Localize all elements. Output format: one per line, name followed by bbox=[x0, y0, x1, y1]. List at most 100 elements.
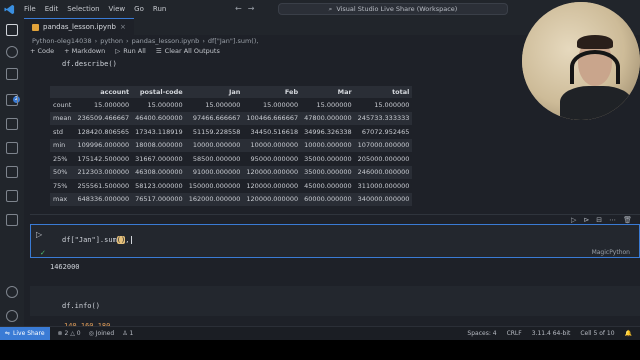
notification-bell-icon[interactable]: 🔔 bbox=[625, 330, 632, 337]
table-cell: 311000.000000 bbox=[357, 181, 410, 190]
accounts-icon[interactable] bbox=[6, 286, 18, 298]
webcam-overlay bbox=[522, 2, 640, 120]
tab-pandas-lesson[interactable]: pandas_lesson.ipynb × bbox=[24, 18, 134, 35]
table-cell: 100466.666667 bbox=[243, 111, 302, 125]
table-cell: 205000.000000 bbox=[357, 154, 410, 163]
person-icon: ♙ bbox=[122, 330, 128, 337]
tab-label: pandas_lesson.ipynb bbox=[43, 23, 116, 31]
split-cell-icon[interactable]: ⊟ bbox=[596, 216, 602, 224]
participants-indicator[interactable]: ♙ 1 bbox=[122, 330, 133, 337]
menu-selection[interactable]: Selection bbox=[67, 5, 99, 13]
row-index: 50% bbox=[50, 165, 75, 179]
docker-icon[interactable] bbox=[6, 214, 18, 226]
remote-explorer-icon[interactable] bbox=[6, 142, 18, 154]
close-icon[interactable]: × bbox=[120, 23, 126, 31]
table-cell: 67072.952465 bbox=[361, 127, 410, 136]
table-cell: 162000.000000 bbox=[185, 192, 244, 206]
table-cell: 245733.333333 bbox=[354, 111, 413, 125]
explorer-icon[interactable] bbox=[6, 24, 18, 36]
table-cell: 51159.228558 bbox=[192, 127, 241, 136]
settings-icon[interactable] bbox=[6, 310, 18, 322]
row-index: count bbox=[53, 100, 72, 109]
menu-file[interactable]: File bbox=[24, 5, 36, 13]
back-arrow-icon[interactable]: ← bbox=[235, 4, 248, 13]
table-cell: 150000.000000 bbox=[188, 181, 241, 190]
indentation-indicator[interactable]: Spaces: 4 bbox=[467, 330, 496, 337]
more-icon[interactable]: ⋯ bbox=[609, 216, 616, 224]
cell-code[interactable]: df.describe() bbox=[62, 60, 117, 68]
error-count: 2 bbox=[64, 330, 69, 337]
menu-view[interactable]: View bbox=[109, 5, 126, 13]
breadcrumb-item[interactable]: python bbox=[100, 37, 123, 45]
code-text: , bbox=[125, 236, 130, 244]
table-cell: 15.000000 bbox=[205, 100, 241, 109]
table-cell: 10000.000000 bbox=[243, 138, 302, 152]
extensions-icon[interactable] bbox=[6, 118, 18, 130]
menu-go[interactable]: Go bbox=[134, 5, 144, 13]
forward-arrow-icon[interactable]: → bbox=[248, 4, 261, 13]
delete-cell-icon[interactable]: 🗑 bbox=[623, 216, 632, 224]
breadcrumb-item[interactable]: pandas_lesson.ipynb bbox=[132, 37, 200, 45]
table-row: max 648336.000000 76517.000000 162000.00000… bbox=[50, 192, 413, 206]
table-cell: 15.000000 bbox=[147, 100, 183, 109]
run-cell-button[interactable]: ▷ bbox=[36, 230, 42, 239]
table-cell: 58123.000000 bbox=[135, 181, 183, 190]
table-cell: 15.000000 bbox=[374, 100, 410, 109]
headphones-icon bbox=[570, 50, 620, 84]
interpreter-indicator[interactable]: 3.11.4 64-bit bbox=[532, 330, 571, 337]
run-all-button[interactable]: ▷ Run All bbox=[115, 47, 146, 55]
breadcrumb: Python-oleg14038 › python › pandas_lesson.… bbox=[32, 37, 258, 45]
command-center[interactable]: ⌕ Visual Studio Live Share (Workspace) bbox=[278, 3, 508, 15]
live-share-button[interactable]: ⇋ Live Share bbox=[0, 326, 50, 341]
active-cell-code[interactable]: df["Jan"].sum(), bbox=[62, 236, 133, 244]
table-cell: 60000.000000 bbox=[301, 192, 355, 206]
run-all-label: Run All bbox=[123, 47, 146, 55]
table-cell: 17343.118919 bbox=[135, 127, 183, 136]
search-icon: ⌕ bbox=[328, 4, 333, 13]
joined-icon: ◎ bbox=[88, 330, 94, 337]
table-cell: 175142.500000 bbox=[77, 154, 130, 163]
source-control-icon[interactable] bbox=[6, 68, 18, 80]
table-cell: 128420.806565 bbox=[77, 127, 130, 136]
problems-indicator[interactable]: ⊗ 2 △ 0 bbox=[58, 330, 81, 337]
run-above-icon[interactable]: ▷ bbox=[571, 216, 576, 224]
table-cell: 109996.000000 bbox=[74, 138, 133, 152]
column-header: postal-code bbox=[139, 88, 183, 96]
table-cell: 76517.000000 bbox=[132, 192, 186, 206]
clear-outputs-button[interactable]: ☰ Clear All Outputs bbox=[156, 47, 220, 55]
menu-run[interactable]: Run bbox=[153, 5, 166, 13]
table-cell: 120000.000000 bbox=[243, 192, 302, 206]
table-cell: 120000.000000 bbox=[243, 165, 302, 179]
menu-edit[interactable]: Edit bbox=[45, 5, 59, 13]
testing-icon[interactable] bbox=[6, 166, 18, 178]
joined-indicator[interactable]: ◎ Joined bbox=[89, 330, 115, 337]
error-icon: ⊗ bbox=[57, 330, 63, 337]
eol-indicator[interactable]: CRLF bbox=[507, 330, 522, 337]
row-index: std bbox=[53, 127, 64, 136]
table-cell: 246000.000000 bbox=[354, 165, 413, 179]
activity-bar: 2 bbox=[0, 18, 24, 348]
live-share-icon[interactable] bbox=[6, 190, 18, 202]
cell-position-indicator[interactable]: Cell 5 of 10 bbox=[580, 330, 614, 337]
table-cell: 212303.000000 bbox=[74, 165, 133, 179]
run-below-icon[interactable]: ⊳ bbox=[583, 216, 589, 224]
cell-language[interactable]: MagicPython bbox=[592, 249, 630, 256]
row-index: max bbox=[50, 192, 75, 206]
run-debug-icon[interactable] bbox=[6, 94, 18, 106]
table-cell: 15.000000 bbox=[93, 100, 130, 109]
warning-count: 0 bbox=[76, 330, 81, 337]
search-icon[interactable] bbox=[6, 46, 18, 58]
add-markdown-button[interactable]: + Markdown bbox=[64, 47, 105, 55]
live-share-label: Live Share bbox=[13, 330, 45, 337]
cell-code[interactable]: df.info() bbox=[62, 302, 100, 310]
table-cell: 340000.000000 bbox=[354, 192, 413, 206]
code-cell[interactable] bbox=[30, 286, 640, 316]
add-code-button[interactable]: + Code bbox=[30, 47, 54, 55]
table-row: 75% 255561.500000 58123.000000 150000.00000… bbox=[50, 179, 412, 193]
breadcrumb-item[interactable]: Python-oleg14038 bbox=[32, 37, 92, 45]
row-index: min bbox=[50, 138, 75, 152]
breadcrumb-item[interactable]: df["Jan"].sum(), bbox=[208, 37, 259, 45]
code-text: df["Jan"].sum bbox=[62, 236, 117, 244]
play-icon: ▷ bbox=[115, 47, 121, 55]
table-row: count 15.000000 15.000000 15.000000 15.00000… bbox=[50, 98, 412, 112]
